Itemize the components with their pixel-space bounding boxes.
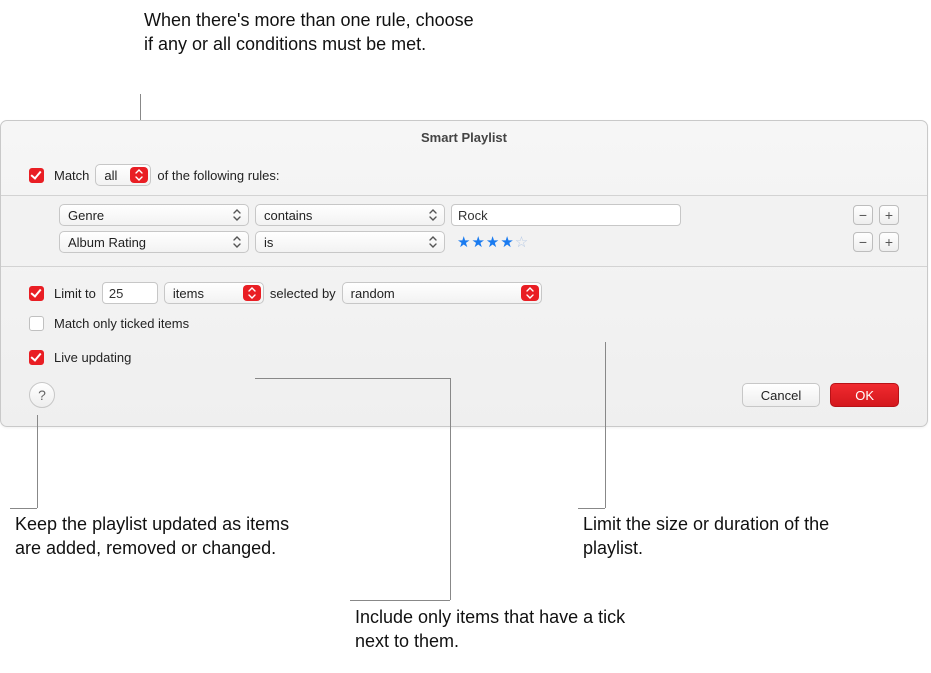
leader-line [578,508,605,509]
limit-checkbox[interactable] [29,286,44,301]
limit-unit-select[interactable]: items [164,282,264,304]
rule-operator-value: contains [264,208,312,223]
rule-operator-select[interactable]: is [255,231,445,253]
callout-match-mode: When there's more than one rule, choose … [144,8,474,57]
minus-icon: − [859,235,867,249]
rule-value-input[interactable]: Rock [451,204,681,226]
leader-line [37,415,38,508]
smart-playlist-dialog: Smart Playlist Match all of the followin… [0,120,928,427]
live-row: Live updating [29,345,899,369]
callout-live-updating: Keep the playlist updated as items are a… [15,512,295,561]
rule-value-text: Rock [458,208,488,223]
rule-operator-value: is [264,235,273,250]
limit-unit-value: items [173,286,204,301]
limit-row: Limit to 25 items selected by random [29,281,899,305]
rule-add-button[interactable]: + [879,232,899,252]
rule-row: Genre contains Rock − + [59,204,899,226]
callout-limit: Limit the size or duration of the playli… [583,512,843,561]
rule-field-value: Genre [68,208,104,223]
callout-ticked-items: Include only items that have a tick next… [355,605,655,654]
limit-method-value: random [351,286,395,301]
match-mode-select[interactable]: all [95,164,151,186]
rule-field-select[interactable]: Album Rating [59,231,249,253]
plus-icon: + [885,208,893,222]
ticked-checkbox[interactable] [29,316,44,331]
limit-method-select[interactable]: random [342,282,542,304]
limit-label-pre: Limit to [54,286,96,301]
help-icon: ? [38,387,46,403]
ticked-label: Match only ticked items [54,316,189,331]
rule-field-value: Album Rating [68,235,146,250]
rule-row: Album Rating is ★★★★☆ − + [59,231,899,253]
leader-line [605,342,606,508]
help-button[interactable]: ? [29,382,55,408]
ok-button[interactable]: OK [830,383,899,407]
leader-line [10,508,37,509]
dialog-body: Match all of the following rules: Genre [1,153,927,369]
minus-icon: − [859,208,867,222]
match-mode-value: all [104,168,117,183]
dialog-title: Smart Playlist [1,121,927,153]
limit-label-mid: selected by [270,286,336,301]
rule-remove-button[interactable]: − [853,205,873,225]
chevrons-icon [243,285,261,301]
live-checkbox[interactable] [29,350,44,365]
cancel-button[interactable]: Cancel [742,383,820,407]
rule-field-select[interactable]: Genre [59,204,249,226]
limit-value-input[interactable]: 25 [102,282,158,304]
rule-remove-button[interactable]: − [853,232,873,252]
match-label-post: of the following rules: [157,168,279,183]
chevrons-icon [228,234,246,250]
leader-line [255,378,450,379]
rule-star-rating[interactable]: ★★★★☆ [451,233,681,251]
chevrons-icon [521,285,539,301]
match-row: Match all of the following rules: [29,163,899,187]
dialog-footer: ? Cancel OK [1,372,927,408]
match-label-pre: Match [54,168,89,183]
leader-line [350,600,450,601]
match-checkbox[interactable] [29,168,44,183]
chevrons-icon [228,207,246,223]
rule-add-button[interactable]: + [879,205,899,225]
chevrons-icon [424,207,442,223]
plus-icon: + [885,235,893,249]
ticked-row: Match only ticked items [29,311,899,335]
chevrons-icon [424,234,442,250]
leader-line [450,378,451,600]
chevrons-icon [130,167,148,183]
rules-container: Genre contains Rock − + [1,195,927,267]
limit-value-text: 25 [109,286,123,301]
live-label: Live updating [54,350,131,365]
rule-operator-select[interactable]: contains [255,204,445,226]
